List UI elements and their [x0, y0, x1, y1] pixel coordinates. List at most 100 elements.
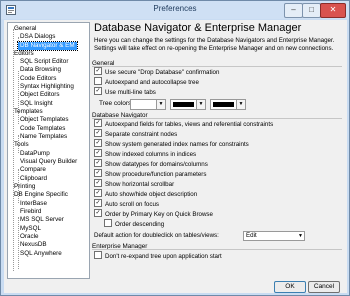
option-label: Order by Primary Key on Quick Browse	[105, 211, 213, 218]
cancel-button[interactable]: Cancel	[308, 281, 340, 293]
chevron-down-icon[interactable]: ▼	[298, 232, 303, 240]
checkbox[interactable]	[94, 77, 102, 86]
tree-item-printing[interactable]: Printing	[14, 183, 35, 191]
option-label: Auto show/hide object description	[105, 191, 198, 198]
dialog-body: General DSA Dialogs DB Navigator & EM Ed…	[4, 20, 347, 293]
divider	[92, 249, 342, 250]
option-label: Separate constraint nodes	[105, 131, 178, 138]
option-label: Show procedure/function parameters	[105, 171, 207, 178]
minimize-icon[interactable]: –	[284, 3, 303, 18]
option-separate-constraint-nodes[interactable]: Separate constraint nodes	[94, 129, 178, 139]
option-show-datatypes[interactable]: Show datatypes for domains/columns	[94, 159, 208, 169]
checkbox[interactable]	[94, 169, 102, 178]
chevron-down-icon[interactable]: ▼	[236, 99, 246, 110]
option-label: Show indexed columns in indices	[105, 151, 197, 158]
tree-item-sql-script-editor[interactable]: SQL Script Editor	[20, 58, 68, 66]
option-dont-reexpand-tree[interactable]: Don't re-expand tree upon application st…	[94, 251, 222, 261]
checkbox[interactable]	[104, 219, 112, 228]
option-label: Order descending	[115, 221, 165, 228]
checkbox[interactable]	[94, 199, 102, 208]
tree-item-name-templates[interactable]: Name Templates	[20, 133, 67, 141]
option-indexed-columns[interactable]: Show indexed columns in indices	[94, 149, 197, 159]
page-description: Here you can change the settings for the…	[94, 37, 335, 52]
tree-item-templates[interactable]: Templates	[14, 108, 43, 116]
checkbox[interactable]	[94, 119, 102, 128]
doubleclick-action-label: Default action for doubleclick on tables…	[94, 232, 219, 239]
option-label: Use multi-line tabs	[105, 89, 156, 96]
option-system-index-names[interactable]: Show system generated index names for co…	[94, 139, 249, 149]
doubleclick-action-select[interactable]: Edit ▼	[243, 231, 305, 241]
option-multi-line-tabs[interactable]: Use multi-line tabs	[94, 87, 156, 97]
tree-item-visual-query-builder[interactable]: Visual Query Builder	[20, 158, 77, 166]
tree-item-clipboard[interactable]: Clipboard	[20, 175, 47, 183]
checkbox[interactable]	[94, 139, 102, 148]
divider	[92, 66, 342, 67]
tree-item-ms-sql-server[interactable]: MS SQL Server	[20, 216, 64, 224]
tree-color-3[interactable]	[210, 99, 237, 110]
checkbox[interactable]	[94, 251, 102, 260]
page-title: Database Navigator & Enterprise Manager	[94, 22, 302, 34]
tree-item-mysql[interactable]: MySQL	[20, 225, 41, 233]
option-label: Auto scroll on focus	[105, 201, 159, 208]
checkbox[interactable]	[94, 129, 102, 138]
checkbox[interactable]	[94, 189, 102, 198]
tree-item-dsa-dialogs[interactable]: DSA Dialogs	[20, 33, 55, 41]
tree-item-sql-anywhere[interactable]: SQL Anywhere	[20, 250, 62, 258]
tree-colors-label: Tree colors	[99, 100, 132, 107]
tree-item-db-engine-specific[interactable]: DB Engine Specific	[14, 191, 68, 199]
tree-item-tools[interactable]: Tools	[14, 141, 29, 149]
tree-item-nexusdb[interactable]: NexusDB	[20, 241, 47, 249]
tree-item-general[interactable]: General	[14, 25, 36, 33]
title-bar[interactable]: Preferences – □ ✕	[1, 1, 349, 19]
option-auto-show-description[interactable]: Auto show/hide object description	[94, 189, 198, 199]
option-horizontal-scrollbar[interactable]: Show horizontal scrollbar	[94, 179, 175, 189]
option-order-by-pk[interactable]: Order by Primary Key on Quick Browse	[94, 209, 213, 219]
color-swatch	[213, 102, 234, 107]
color-swatch	[173, 102, 194, 107]
tree-item-oracle[interactable]: Oracle	[20, 233, 39, 241]
tree-item-object-templates[interactable]: Object Templates	[20, 116, 69, 124]
tree-item-data-browsing[interactable]: Data Browsing	[20, 66, 61, 74]
option-label: Don't re-expand tree upon application st…	[105, 253, 222, 260]
option-label: Autoexpand and autocollapse tree	[105, 79, 199, 86]
tree-color-1[interactable]	[130, 99, 157, 110]
maximize-icon[interactable]: □	[302, 3, 321, 18]
tree-item-editors[interactable]: Editors	[14, 50, 34, 58]
tree-line	[18, 217, 19, 269]
tree-item-firebird[interactable]: Firebird	[20, 208, 41, 216]
option-label: Show datatypes for domains/columns	[105, 161, 208, 168]
checkbox[interactable]	[94, 159, 102, 168]
checkbox[interactable]	[94, 179, 102, 188]
tree-item-db-navigator-em[interactable]: DB Navigator & EM	[17, 41, 78, 51]
tree-item-code-editors[interactable]: Code Editors	[20, 75, 56, 83]
checkbox[interactable]	[94, 67, 102, 76]
settings-tree[interactable]: General DSA Dialogs DB Navigator & EM Ed…	[7, 22, 90, 279]
option-label: Autoexpand fields for tables, views and …	[105, 121, 274, 128]
tree-item-datapump[interactable]: DataPump	[20, 150, 50, 158]
tree-item-object-editors[interactable]: Object Editors	[20, 91, 60, 99]
option-autoexpand-tree[interactable]: Autoexpand and autocollapse tree	[94, 77, 199, 87]
option-autoexpand-fields[interactable]: Autoexpand fields for tables, views and …	[94, 119, 274, 129]
tree-item-compare[interactable]: Compare	[20, 166, 46, 174]
tree-item-syntax-highlighting[interactable]: Syntax Highlighting	[20, 83, 74, 91]
checkbox[interactable]	[94, 149, 102, 158]
select-value: Edit	[246, 232, 257, 239]
option-auto-scroll-focus[interactable]: Auto scroll on focus	[94, 199, 159, 209]
option-label: Show system generated index names for co…	[105, 141, 249, 148]
chevron-down-icon[interactable]: ▼	[156, 99, 166, 110]
option-order-descending[interactable]: Order descending	[104, 219, 165, 229]
chevron-down-icon[interactable]: ▼	[196, 99, 206, 110]
ok-button[interactable]: OK	[274, 281, 306, 293]
tree-color-2[interactable]	[170, 99, 197, 110]
tree-item-code-templates[interactable]: Code Templates	[20, 125, 65, 133]
tree-item-sql-insight[interactable]: SQL Insight	[20, 100, 53, 108]
divider	[92, 118, 342, 119]
tree-item-interbase[interactable]: InterBase	[20, 200, 47, 208]
option-secure-drop-database[interactable]: Use secure "Drop Database" confirmation	[94, 67, 219, 77]
checkbox[interactable]	[94, 209, 102, 218]
tree-line	[13, 29, 14, 271]
checkbox[interactable]	[94, 87, 102, 96]
close-icon[interactable]: ✕	[320, 3, 346, 18]
option-label: Show horizontal scrollbar	[105, 181, 175, 188]
option-show-parameters[interactable]: Show procedure/function parameters	[94, 169, 207, 179]
